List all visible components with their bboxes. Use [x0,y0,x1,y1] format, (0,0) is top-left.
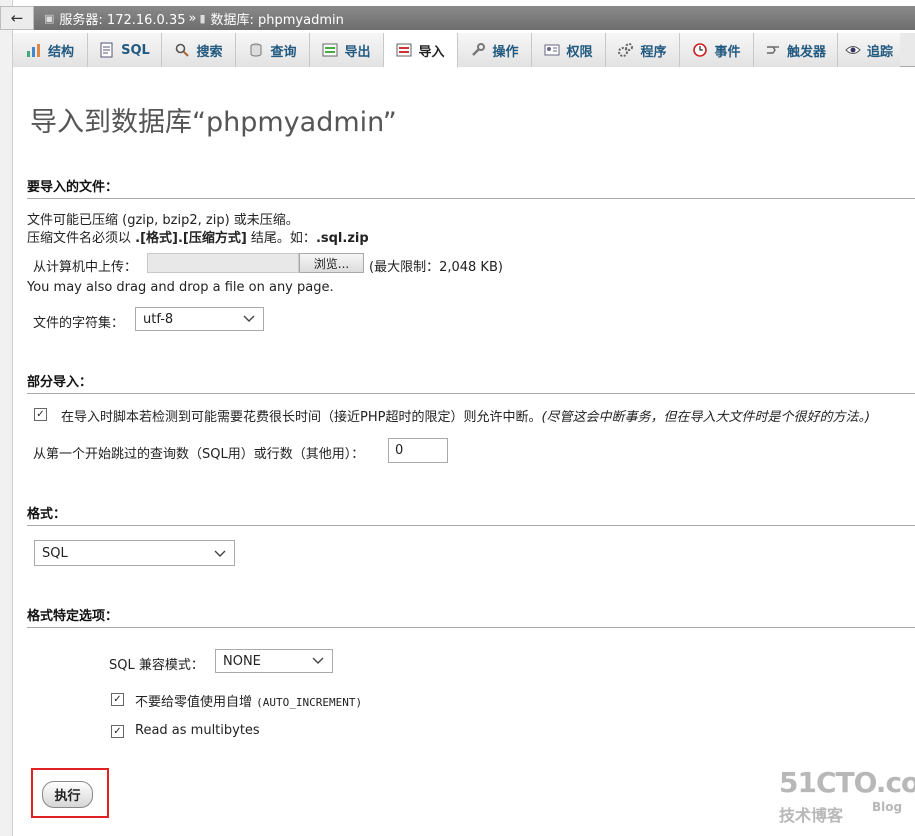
query-icon [248,42,264,58]
tab-label: 搜索 [196,44,223,60]
tab-import[interactable]: 导入 [384,33,458,68]
chevron-down-icon [214,550,226,557]
allow-interrupt-text: 在导入时脚本若检测到可能需要花费很长时间（接近PHP超时的限定）则允许中断。 [61,410,542,425]
privileges-icon [544,42,560,58]
eye-icon [845,42,861,58]
tab-routines[interactable]: 程序 [606,33,680,67]
section-heading-format: 格式： [27,503,915,526]
tab-privileges[interactable]: 权限 [532,33,606,67]
tab-label: 结构 [47,44,74,60]
upload-label: 从计算机中上传： [33,260,138,275]
filename-note: 压缩文件名必须以 .[格式].[压缩方式] 结尾。如：.sql.zip [27,227,369,246]
filename-note-format: .[格式].[压缩方式] [135,231,247,246]
compat-mode-label: SQL 兼容模式： [109,658,204,673]
chevron-down-icon [243,315,255,322]
section-heading-partial: 部分导入： [27,371,915,394]
check-icon: ✓ [113,725,122,737]
watermark-blog: Blog [872,800,903,814]
tab-label: 程序 [640,44,667,60]
clock-icon [692,42,708,58]
skip-label: 从第一个开始跳过的查询数（SQL用）或行数（其他用）： [33,447,365,462]
format-value: SQL [42,545,68,561]
tab-label: SQL [121,42,150,58]
max-size-note: (最大限制：2,048 KB) [369,260,503,275]
structure-icon [26,42,42,58]
tab-label: 追踪 [866,44,893,60]
tab-label: 事件 [714,44,741,60]
tab-label: 操作 [492,44,519,60]
search-icon [174,42,190,58]
export-icon [322,42,338,58]
tab-label: 查询 [270,44,297,60]
breadcrumb-database[interactable]: 数据库: phpmyadmin [211,9,344,28]
back-arrow-icon[interactable]: ← [0,6,34,30]
tab-export[interactable]: 导出 [310,33,384,67]
allow-interrupt-note: (尽管这会中断事务，但在导入大文件时是个很好的方法。) [541,410,871,425]
browse-button[interactable]: 浏览... [299,253,364,273]
compat-mode-value: NONE [223,653,261,669]
run-button[interactable]: 执行 [42,781,93,808]
routines-icon [618,42,634,58]
wrench-icon [470,42,486,58]
read-multibytes-checkbox[interactable]: ✓ [111,725,124,738]
tab-tracking[interactable]: 追踪 [838,33,900,67]
no-auto-zero-text: 不要给零值使用自增 [135,695,253,710]
check-icon: ✓ [36,408,45,420]
no-auto-value-on-zero-label: 不要给零值使用自增 (AUTO_INCREMENT) [135,691,362,710]
skip-queries-input[interactable]: 0 [388,438,448,463]
filename-note-mid: 结尾。如： [246,231,316,246]
read-multibytes-label: Read as multibytes [135,723,260,738]
section-heading-options: 格式特定选项： [27,605,915,628]
tab-structure[interactable]: 结构 [13,33,88,67]
tab-label: 导入 [418,44,445,60]
tab-triggers[interactable]: 触发器 [754,33,838,67]
drag-drop-note: You may also drag and drop a file on any… [27,280,334,295]
watermark-tagline: 技术博客 [779,806,844,825]
filename-note-prefix: 压缩文件名必须以 [27,231,136,246]
database-icon: ▮ [199,11,206,25]
tab-label: 导出 [344,44,371,60]
file-path-field[interactable] [147,253,299,273]
charset-label: 文件的字符集： [33,316,125,331]
breadcrumb-server[interactable]: 服务器: 172.16.0.35 [59,9,185,28]
allow-interrupt-label: 在导入时脚本若检测到可能需要花费很长时间（接近PHP超时的限定）则允许中断。(尽… [61,406,870,425]
import-icon [396,42,412,58]
section-heading-file: 要导入的文件： [27,176,915,199]
breadcrumb: ▣ 服务器: 172.16.0.35 » ▮ 数据库: phpmyadmin [34,6,915,30]
watermark-logo: 51CTO.com [779,766,915,799]
breadcrumb-separator: » [188,10,197,26]
compat-mode-select[interactable]: NONE [215,649,333,673]
no-auto-value-on-zero-checkbox[interactable]: ✓ [111,693,124,706]
sql-icon [99,42,115,58]
check-icon: ✓ [113,693,122,705]
charset-value: utf-8 [143,311,174,327]
no-auto-zero-code: (AUTO_INCREMENT) [256,696,363,709]
tab-search[interactable]: 搜索 [162,33,236,67]
server-icon: ▣ [44,11,55,25]
tab-operations[interactable]: 操作 [458,33,532,67]
page-title: 导入到数据库“phpmyadmin” [30,107,397,138]
format-select[interactable]: SQL [34,540,235,566]
allow-interrupt-checkbox[interactable]: ✓ [34,408,47,421]
tab-sql[interactable]: SQL [88,33,162,67]
tab-label: 权限 [566,44,593,60]
compress-note: 文件可能已压缩 (gzip, bzip2, zip) 或未压缩。 [27,213,299,228]
tab-events[interactable]: 事件 [680,33,754,67]
charset-select[interactable]: utf-8 [135,307,264,331]
tab-query[interactable]: 查询 [236,33,310,67]
left-panel-edge [0,0,13,836]
tab-label: 触发器 [786,44,826,60]
filename-note-example: .sql.zip [315,231,369,246]
triggers-icon [765,42,781,58]
chevron-down-icon [312,657,324,664]
tab-bar: 结构 SQL 搜索 查询 导出 导入 操作 权限 程序 事件 触发器 追踪 [13,33,915,68]
